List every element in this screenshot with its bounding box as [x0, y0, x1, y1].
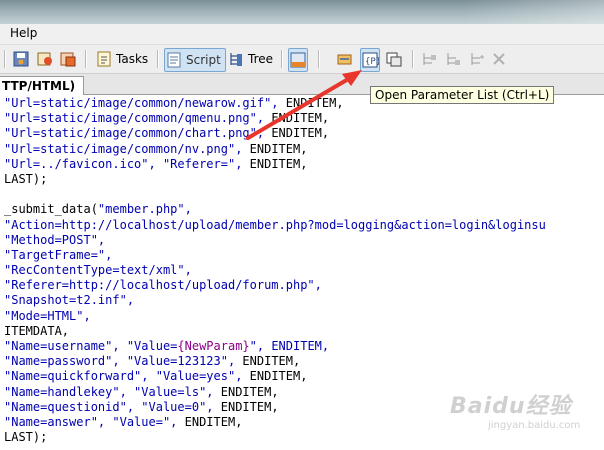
- annotation-arrow: [246, 70, 362, 140]
- watermark: Baidu经验 jingyan.baidu.com: [450, 388, 580, 431]
- watermark-url: jingyan.baidu.com: [488, 420, 581, 431]
- watermark-brand: Baidu经验: [450, 394, 572, 419]
